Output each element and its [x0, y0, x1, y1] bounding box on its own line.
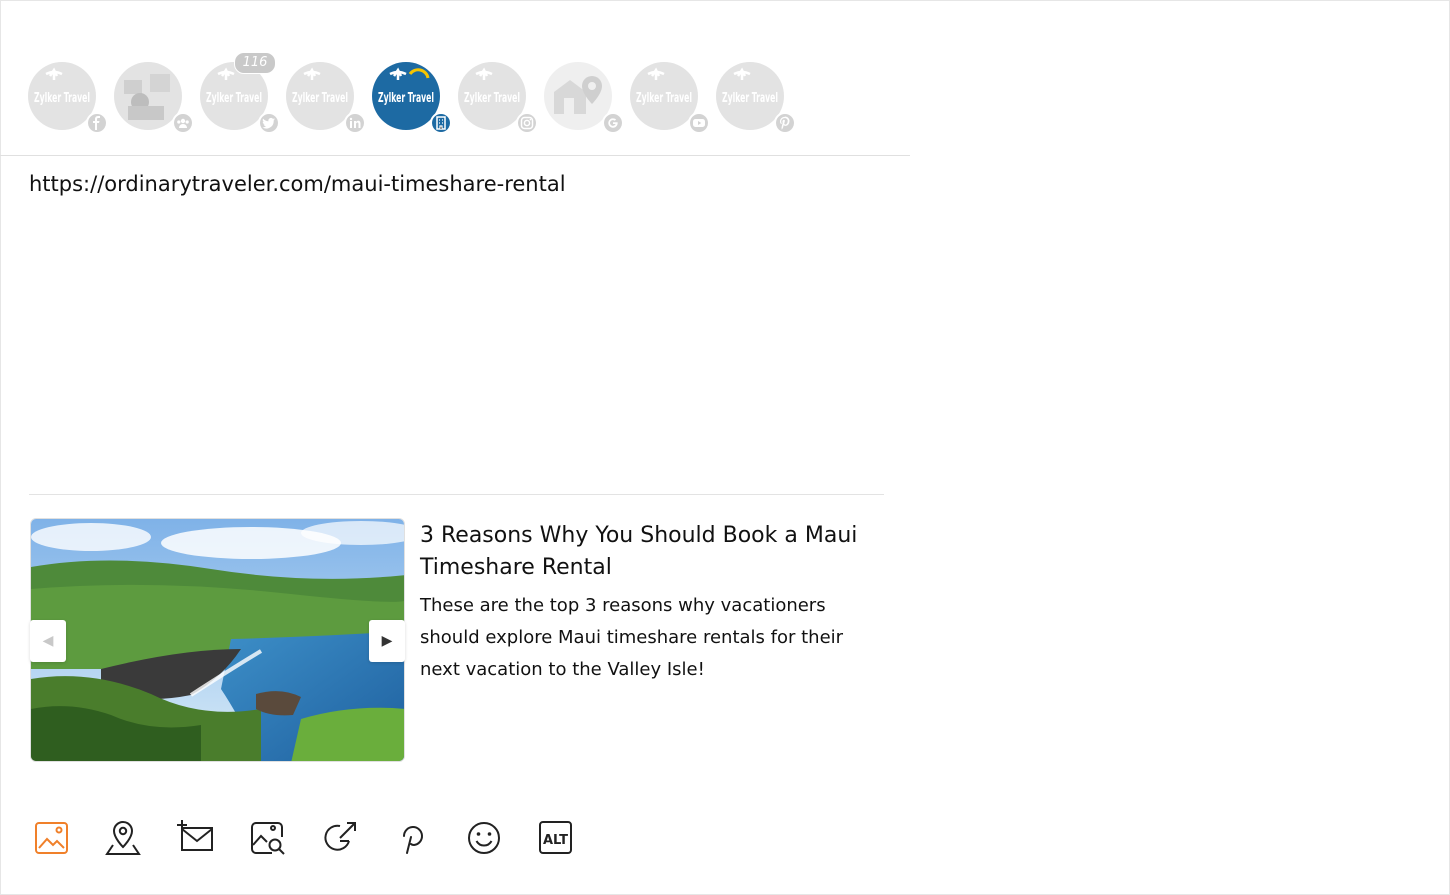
profile-row-divider: [0, 155, 910, 156]
google-icon: [602, 112, 624, 134]
emoji-icon[interactable]: [464, 818, 504, 858]
preview-prev-button[interactable]: ◀: [30, 620, 66, 662]
profile-pinterest[interactable]: Zylker Travel: [716, 62, 796, 134]
image-icon[interactable]: [32, 818, 72, 858]
avatar-text-line1: Zylker Travel: [464, 91, 520, 106]
link-preview-divider: [29, 494, 884, 495]
building-icon: [430, 112, 452, 134]
avatar-text-line1: Zylker Travel: [292, 91, 348, 106]
pinterest-icon: [774, 112, 796, 134]
pinterest-icon[interactable]: [392, 818, 432, 858]
profile-facebook-group[interactable]: [114, 62, 194, 134]
profile-twitter[interactable]: Zylker Travel 116: [200, 52, 280, 134]
linkedin-icon: [344, 112, 366, 134]
link-preview-image: [30, 518, 405, 762]
avatar-text-line1: Zylker Travel: [34, 91, 90, 106]
link-preview-description: These are the top 3 reasons why vacation…: [420, 595, 844, 680]
notification-count-badge: 116: [234, 52, 276, 74]
youtube-icon: [688, 112, 710, 134]
post-message-textarea[interactable]: https://ordinarytraveler.com/maui-timesh…: [29, 172, 566, 196]
twitter-icon: [258, 112, 280, 134]
profile-instagram[interactable]: Zylker Travel: [458, 62, 538, 134]
alt-text-icon[interactable]: ALT: [536, 818, 576, 858]
avatar-text-line1: Zylker Travel: [722, 91, 778, 106]
share-external-icon[interactable]: [320, 818, 360, 858]
group-icon: [172, 112, 194, 134]
add-mail-icon[interactable]: [176, 818, 216, 858]
preview-next-button[interactable]: ▶: [369, 620, 405, 662]
avatar-text-line1: Zylker Travel: [378, 91, 434, 106]
post-composer: Zylker Travel Zylker Travel 116 Zylker T…: [0, 0, 910, 893]
profile-linkedin-page-selected[interactable]: Zylker Travel: [372, 62, 452, 134]
image-search-icon[interactable]: [248, 818, 288, 858]
profile-youtube[interactable]: Zylker Travel: [630, 62, 710, 134]
avatar-text-line1: Zylker Travel: [636, 91, 692, 106]
profile-linkedin[interactable]: Zylker Travel: [286, 62, 366, 134]
facebook-icon: [86, 112, 108, 134]
link-preview-title: 3 Reasons Why You Should Book a Maui Tim…: [420, 523, 858, 580]
profile-facebook[interactable]: Zylker Travel: [28, 62, 108, 134]
alt-text-label: ALT: [543, 833, 568, 848]
instagram-icon: [516, 112, 538, 134]
avatar-text-line1: Zylker Travel: [206, 91, 262, 106]
profile-google-business[interactable]: [544, 62, 624, 134]
location-pin-icon[interactable]: [104, 818, 144, 858]
